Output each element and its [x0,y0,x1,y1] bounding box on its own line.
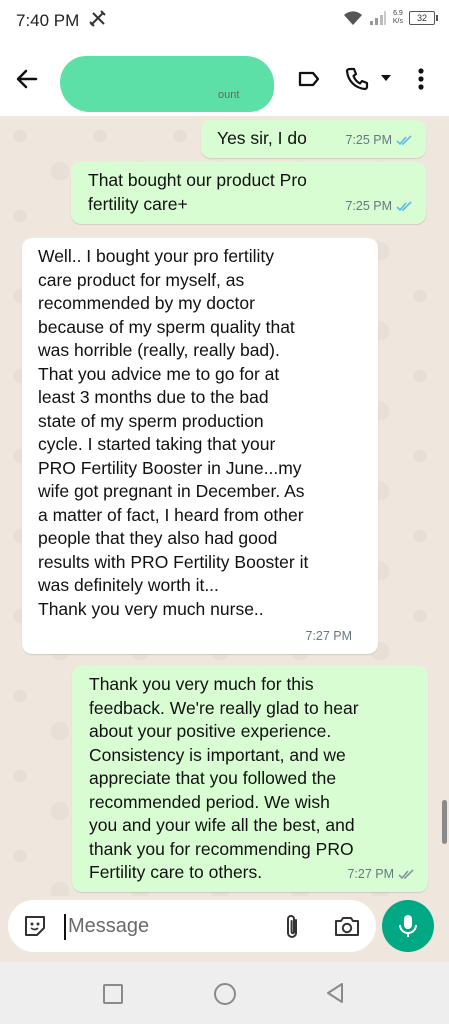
message-time: 7:25 PM [345,132,392,147]
message-outgoing[interactable]: Yes sir, I do 7:25 PM [201,120,426,158]
composer-bar [0,896,449,962]
message-incoming[interactable]: Well.. I bought your pro fertility care … [22,238,378,654]
message-meta: 7:27 PM [305,625,352,649]
chat-scrollbar[interactable] [442,800,447,844]
message-meta: 7:25 PM [345,129,414,153]
read-ticks-icon [396,135,412,145]
signal-icon [369,11,386,25]
text-cursor [64,914,66,940]
more-vert-icon[interactable] [412,66,430,92]
chat-area[interactable]: Yes sir, I do 7:25 PM That bought our pr… [0,116,449,896]
wifi-icon [343,11,362,25]
camera-icon[interactable] [333,913,361,939]
network-speed: 6.9 K/s [392,10,403,25]
voice-message-button[interactable] [382,900,434,952]
message-time: 7:27 PM [305,628,352,643]
delivered-ticks-icon [398,869,414,879]
read-ticks-icon [396,201,412,211]
message-box [8,900,376,952]
contact-name-redacted[interactable] [60,56,274,112]
contact-subtitle: ount [218,89,240,101]
chat-header: ount [0,44,449,116]
dropdown-caret-icon[interactable] [380,74,392,82]
phone-icon[interactable] [344,66,370,92]
message-outgoing[interactable]: That bought our product Pro fertility ca… [71,162,426,224]
status-time: 7:40 PM [16,11,80,30]
home-icon[interactable] [214,983,236,1005]
recents-icon[interactable] [103,984,123,1004]
back-arrow-icon[interactable] [14,66,40,92]
system-nav-bar [0,962,449,1024]
label-icon[interactable] [296,66,322,92]
message-meta: 7:25 PM [345,195,414,219]
message-text: That bought our product Pro fertility ca… [88,170,307,214]
message-text: Yes sir, I do [217,128,307,148]
back-triangle-icon[interactable] [325,982,345,1004]
message-meta: 7:27 PM [347,863,416,887]
message-input[interactable] [68,912,258,940]
message-time: 7:27 PM [347,866,394,881]
message-outgoing[interactable]: Thank you very much for this feedback. W… [72,666,428,892]
message-time: 7:25 PM [345,198,392,213]
tools-icon [89,10,106,27]
status-bar: 7:40 PM 6.9 K/s 32 [0,0,449,44]
message-text: Thank you very much for this feedback. W… [89,674,359,882]
mic-icon [399,915,417,937]
attach-icon[interactable] [280,913,306,941]
message-text: Well.. I bought your pro fertility care … [38,246,309,619]
sticker-icon[interactable] [22,913,48,939]
battery-indicator: 32 [409,11,438,25]
